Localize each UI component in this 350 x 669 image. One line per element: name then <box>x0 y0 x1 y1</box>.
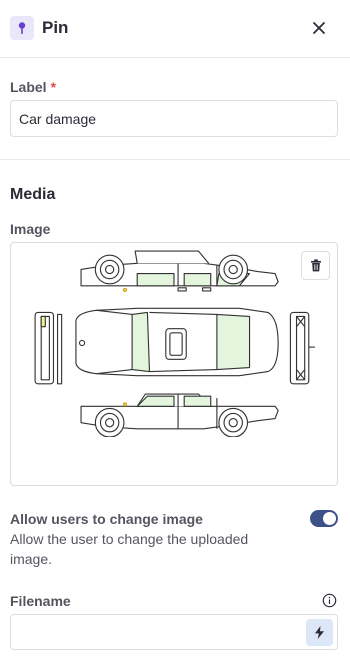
label-field-label: Label * <box>10 79 56 95</box>
required-marker: * <box>50 79 57 95</box>
delete-image-button[interactable] <box>301 251 330 280</box>
filename-label: Filename <box>10 593 71 609</box>
filename-input[interactable] <box>10 614 338 650</box>
info-icon[interactable] <box>322 593 337 608</box>
toggle-knob <box>323 512 336 525</box>
label-input[interactable] <box>10 100 338 137</box>
section-divider <box>0 159 350 160</box>
trash-icon <box>310 259 321 272</box>
pin-icon <box>10 16 34 40</box>
generate-filename-button[interactable] <box>306 619 333 646</box>
allow-change-description: Allow the user to change the uploaded im… <box>10 531 249 567</box>
car-diagram-image <box>34 250 315 437</box>
close-icon[interactable] <box>311 20 327 36</box>
panel-title: Pin <box>42 18 69 37</box>
label-text: Label <box>10 79 47 95</box>
image-preview <box>10 242 338 486</box>
image-field-label: Image <box>10 221 51 237</box>
lightning-icon <box>315 626 324 639</box>
allow-change-title: Allow users to change image <box>10 511 203 527</box>
panel-header: Pin <box>0 0 350 58</box>
media-section-title: Media <box>10 186 56 203</box>
allow-change-toggle[interactable] <box>310 510 338 527</box>
